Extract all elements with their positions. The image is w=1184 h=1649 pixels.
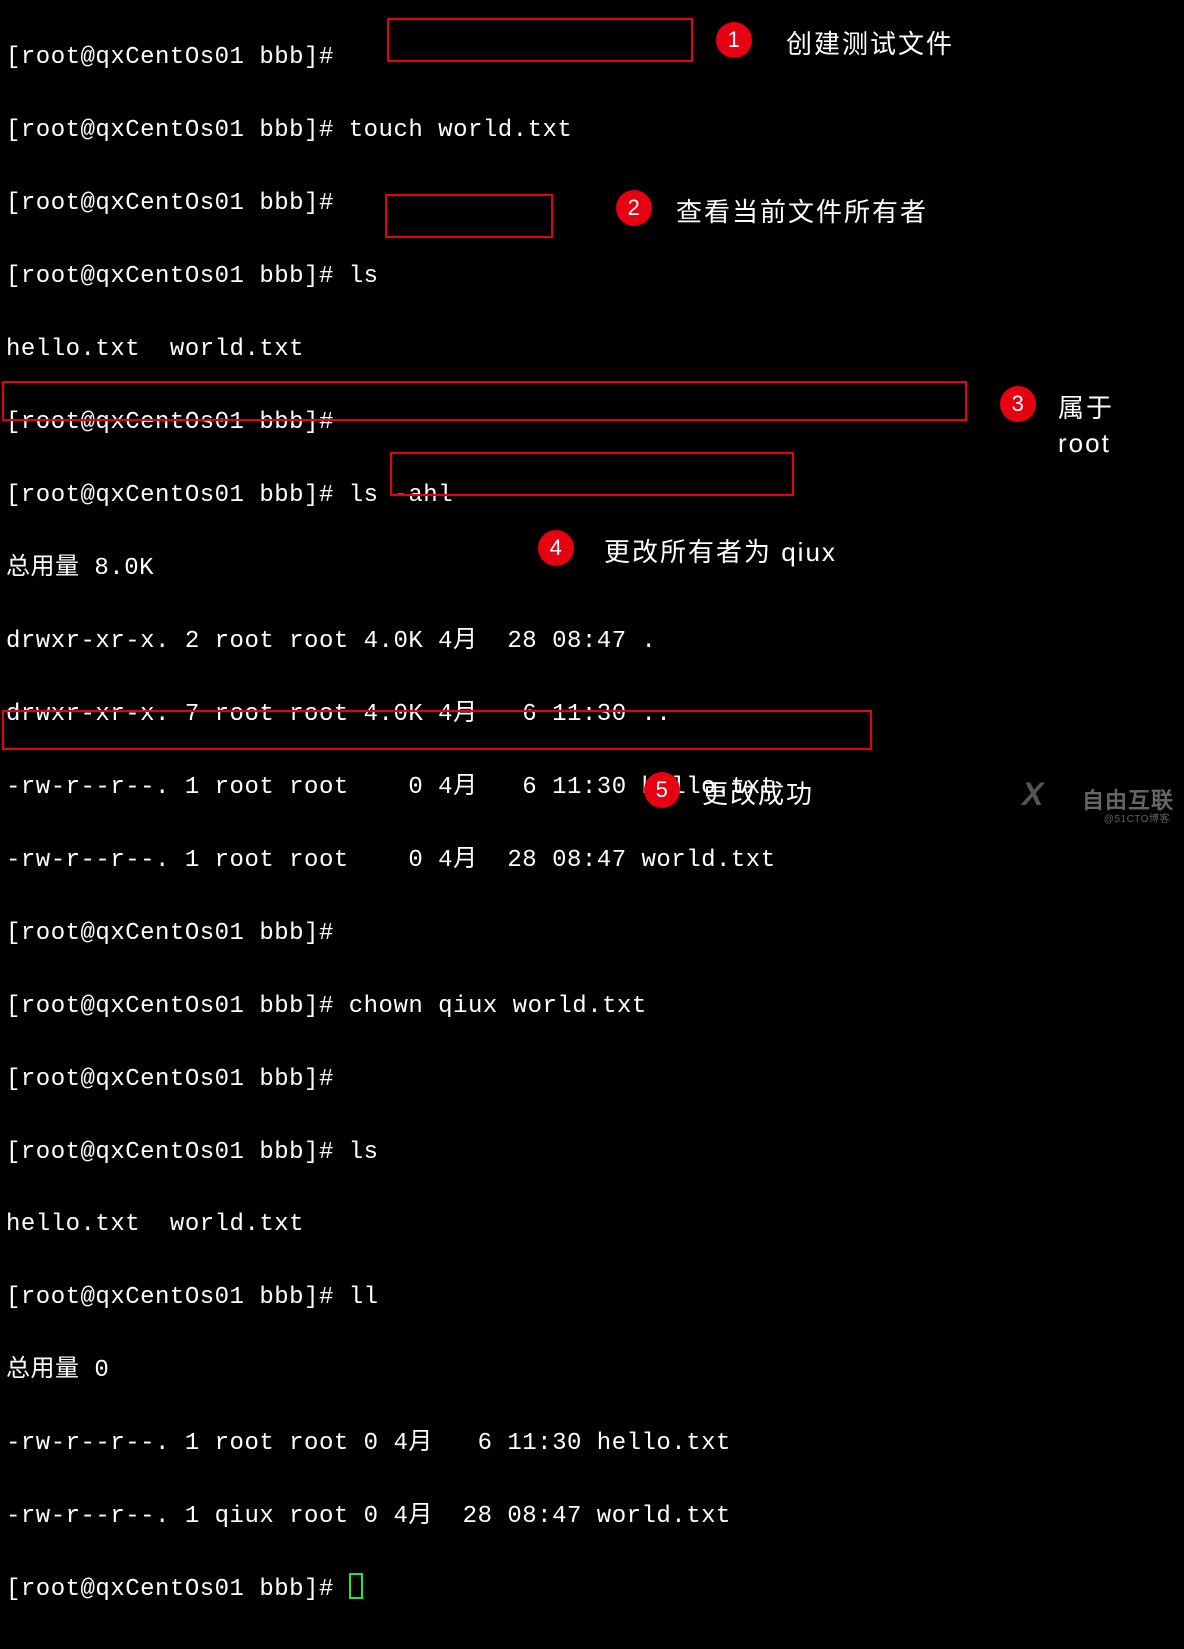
terminal-output[interactable]: [root@qxCentOs01 bbb]# [root@qxCentOs01 … [0,0,1184,1649]
terminal-line: [root@qxCentOs01 bbb]# ll [6,1280,1178,1316]
annot-text-5: 更改成功 [702,774,814,811]
terminal-line: -rw-r--r--. 1 qiux root 0 4月 28 08:47 wo… [6,1499,1178,1535]
badge-1: 1 [716,22,752,58]
annot-text-3a: 属于 [1058,388,1114,425]
terminal-line: [root@qxCentOs01 bbb]# ls -ahl [6,478,1178,514]
terminal-line: [root@qxCentOs01 bbb]# touch world.txt [6,113,1178,149]
annot-text-4: 更改所有者为 qiux [604,532,837,569]
terminal-prompt-line: [root@qxCentOs01 bbb]# [6,1572,1178,1608]
badge-2: 2 [616,190,652,226]
terminal-line: -rw-r--r--. 1 root root 0 4月 6 11:30 hel… [6,1426,1178,1462]
terminal-line: -rw-r--r--. 1 root root 0 4月 6 11:30 hel… [6,770,1178,806]
badge-3: 3 [1000,386,1036,422]
watermark-sub: @51CTO博客 [1104,810,1170,825]
terminal-line: [root@qxCentOs01 bbb]# [6,916,1178,952]
terminal-line: 总用量 8.0K [6,551,1178,587]
terminal-line: [root@qxCentOs01 bbb]# [6,186,1178,222]
terminal-line: hello.txt world.txt [6,332,1178,368]
annot-text-2: 查看当前文件所有者 [676,192,928,229]
cursor-icon [349,1573,363,1599]
terminal-line: drwxr-xr-x. 7 root root 4.0K 4月 6 11:30 … [6,697,1178,733]
watermark-x-icon: X [1022,776,1044,813]
terminal-line: [root@qxCentOs01 bbb]# [6,40,1178,76]
terminal-line: -rw-r--r--. 1 root root 0 4月 28 08:47 wo… [6,843,1178,879]
terminal-line: drwxr-xr-x. 2 root root 4.0K 4月 28 08:47… [6,624,1178,660]
badge-4: 4 [538,530,574,566]
terminal-line: [root@qxCentOs01 bbb]# ls [6,1135,1178,1171]
annot-text-3b: root [1058,428,1111,459]
terminal-line: [root@qxCentOs01 bbb]# [6,1062,1178,1098]
annot-text-1: 创建测试文件 [786,24,954,61]
terminal-line: [root@qxCentOs01 bbb]# chown qiux world.… [6,989,1178,1025]
terminal-line: 总用量 0 [6,1353,1178,1389]
terminal-line: [root@qxCentOs01 bbb]# ls [6,259,1178,295]
badge-5: 5 [644,772,680,808]
terminal-line: hello.txt world.txt [6,1207,1178,1243]
